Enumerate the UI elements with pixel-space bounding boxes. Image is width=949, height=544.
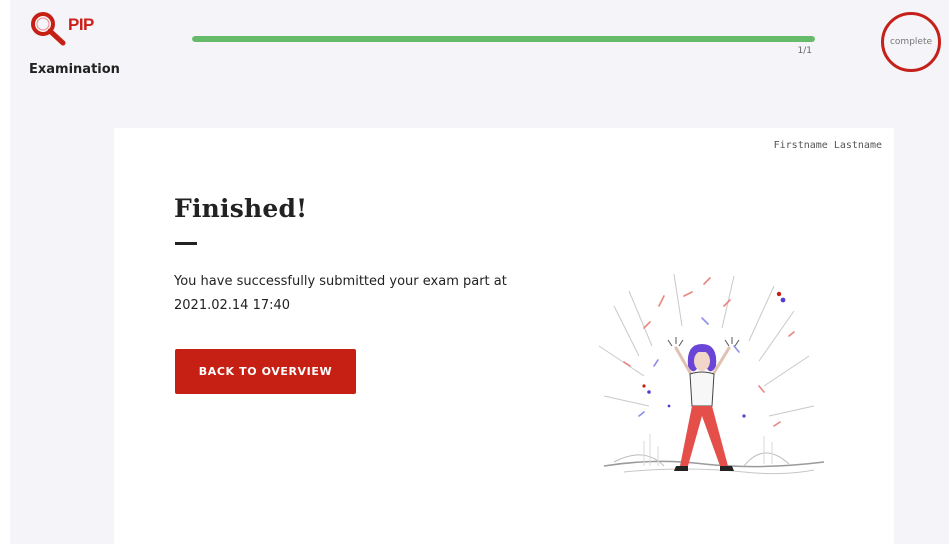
- result-card: Firstname Lastname Finished! You have su…: [114, 128, 894, 544]
- app-shell: PIP Examination 1/1 complete Firstname L…: [10, 0, 949, 544]
- logo[interactable]: PIP: [29, 10, 94, 50]
- status-indicator: complete: [881, 12, 941, 72]
- message-line-1: You have successfully submitted your exa…: [174, 274, 507, 289]
- submission-timestamp: 2021.02.14 17:40: [174, 298, 291, 313]
- title-underline: [175, 242, 197, 245]
- user-name: Firstname Lastname: [773, 140, 882, 151]
- page-title: Finished!: [174, 194, 308, 223]
- submission-message: You have successfully submitted your exa…: [174, 270, 564, 318]
- progress-bar: [192, 36, 815, 42]
- app-title: Examination: [29, 62, 120, 77]
- logo-text: PIP: [68, 15, 94, 34]
- progress-bar-fill: [192, 36, 815, 42]
- celebration-illustration: [598, 273, 825, 475]
- progress-count: 1/1: [797, 46, 812, 56]
- status-label: complete: [889, 37, 933, 47]
- back-to-overview-button[interactable]: BACK TO OVERVIEW: [175, 349, 356, 394]
